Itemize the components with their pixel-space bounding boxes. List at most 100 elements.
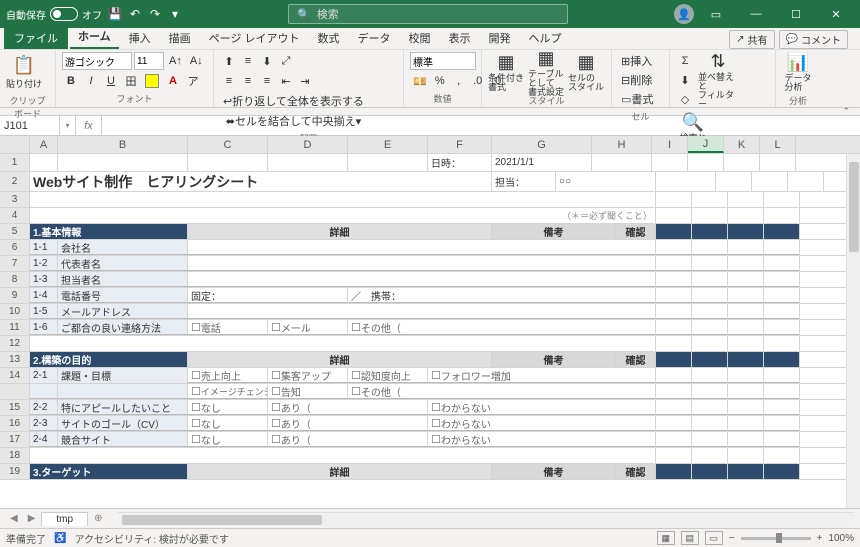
- col-I[interactable]: I: [652, 136, 688, 153]
- cb-yes1[interactable]: あり（: [268, 400, 428, 415]
- cb-sales[interactable]: 売上向上: [188, 368, 268, 383]
- cell-phone-fixed[interactable]: 固定：: [188, 288, 348, 303]
- cond-format-button[interactable]: ▦条件付き 書式: [488, 52, 524, 92]
- zoom-level[interactable]: 100%: [828, 533, 854, 544]
- cell-appeal[interactable]: 特にアピールしたいこと: [58, 400, 188, 415]
- cb-unknown3[interactable]: わからない: [428, 432, 656, 447]
- row-19[interactable]: 19: [0, 464, 30, 479]
- delete-cells-button[interactable]: ⊟ 削除: [618, 71, 655, 89]
- vscroll-thumb[interactable]: [849, 162, 859, 252]
- search-input[interactable]: 🔍 検索: [288, 4, 568, 24]
- minimize-icon[interactable]: —: [738, 0, 774, 28]
- tab-help[interactable]: ヘルプ: [521, 27, 570, 49]
- format-cells-button[interactable]: ▭ 書式: [618, 90, 656, 108]
- indent-dec-icon[interactable]: ⇤: [277, 72, 295, 90]
- cell-phone[interactable]: 電話番号: [58, 288, 188, 303]
- hscroll-thumb[interactable]: [122, 515, 322, 525]
- cell-1-4[interactable]: 1-4: [30, 288, 58, 303]
- bold-button[interactable]: B: [62, 72, 80, 90]
- tab-view[interactable]: 表示: [441, 27, 479, 49]
- sheet-nav-prev-icon[interactable]: ◀: [6, 513, 22, 524]
- cell-1-6[interactable]: 1-6: [30, 320, 58, 335]
- font-size-select[interactable]: [134, 52, 164, 70]
- row-11[interactable]: 11: [0, 320, 30, 335]
- cb-yes3[interactable]: あり（: [268, 432, 428, 447]
- cell-cv[interactable]: サイトのゴール（CV）: [58, 416, 188, 431]
- align-left-icon[interactable]: ≡: [220, 72, 238, 90]
- cell-2-1[interactable]: 2-1: [30, 368, 58, 383]
- cell-2-2[interactable]: 2-2: [30, 400, 58, 415]
- row-5[interactable]: 5: [0, 224, 30, 239]
- cell-detail3[interactable]: 詳細: [188, 464, 492, 479]
- cb-none3[interactable]: なし: [188, 432, 268, 447]
- ribbon-options-icon[interactable]: ▭: [698, 0, 734, 28]
- cell-kaku2[interactable]: 確認: [616, 352, 656, 367]
- cell-title[interactable]: Webサイト制作 ヒアリングシート: [30, 172, 492, 191]
- row-7[interactable]: 7: [0, 256, 30, 271]
- cell-person-label[interactable]: 担当：: [492, 172, 556, 191]
- cell-1-3[interactable]: 1-3: [30, 272, 58, 287]
- tab-insert[interactable]: 挿入: [121, 27, 159, 49]
- col-L[interactable]: L: [760, 136, 796, 153]
- tab-layout[interactable]: ページ レイアウト: [201, 27, 308, 49]
- col-E[interactable]: E: [348, 136, 428, 153]
- cell-2-4[interactable]: 2-4: [30, 432, 58, 447]
- row-14b[interactable]: [0, 384, 30, 399]
- align-center-icon[interactable]: ≡: [239, 72, 257, 90]
- cell-compete[interactable]: 競合サイト: [58, 432, 188, 447]
- analyze-button[interactable]: 📊データ 分析: [782, 52, 814, 92]
- cell-detail1[interactable]: 詳細: [188, 224, 492, 239]
- row-17[interactable]: 17: [0, 432, 30, 447]
- italic-button[interactable]: I: [82, 72, 100, 90]
- row-13[interactable]: 13: [0, 352, 30, 367]
- col-G[interactable]: G: [492, 136, 592, 153]
- cb-followers[interactable]: フォロワー増加: [428, 368, 656, 383]
- cell-goal[interactable]: 課題・目標: [58, 368, 188, 383]
- zoom-slider[interactable]: [741, 537, 811, 540]
- number-format-select[interactable]: [410, 52, 476, 70]
- insert-cells-button[interactable]: ⊞ 挿入: [618, 52, 655, 70]
- tab-formulas[interactable]: 数式: [310, 27, 348, 49]
- view-layout-icon[interactable]: ▤: [681, 531, 699, 545]
- cell-1-2[interactable]: 1-2: [30, 256, 58, 271]
- row-2[interactable]: 2: [0, 172, 30, 191]
- view-normal-icon[interactable]: ▦: [657, 531, 675, 545]
- row-4[interactable]: 4: [0, 208, 30, 223]
- tab-data[interactable]: データ: [350, 27, 399, 49]
- fx-icon[interactable]: fx: [76, 116, 102, 135]
- view-break-icon[interactable]: ▭: [705, 531, 723, 545]
- cell-biko2[interactable]: 備考: [492, 352, 616, 367]
- fill-color-button[interactable]: [142, 72, 162, 90]
- cb-yes2[interactable]: あり（: [268, 416, 428, 431]
- underline-button[interactable]: U: [102, 72, 120, 90]
- cb-awareness[interactable]: 認知度向上: [348, 368, 428, 383]
- cell-1-5[interactable]: 1-5: [30, 304, 58, 319]
- tab-draw[interactable]: 描画: [161, 27, 199, 49]
- name-box[interactable]: J101: [0, 116, 60, 135]
- row-1[interactable]: 1: [0, 154, 30, 171]
- col-H[interactable]: H: [592, 136, 652, 153]
- row-3[interactable]: 3: [0, 192, 30, 207]
- row-10[interactable]: 10: [0, 304, 30, 319]
- cell-phone-mobile[interactable]: ／ 携帯：: [348, 288, 656, 303]
- new-sheet-icon[interactable]: ⊕: [90, 513, 106, 524]
- col-A[interactable]: A: [30, 136, 58, 153]
- undo-icon[interactable]: ↶: [128, 7, 142, 21]
- tab-dev[interactable]: 開発: [481, 27, 519, 49]
- currency-icon[interactable]: 💴: [410, 72, 430, 90]
- cell-biko1[interactable]: 備考: [492, 224, 616, 239]
- row-9[interactable]: 9: [0, 288, 30, 303]
- row-16[interactable]: 16: [0, 416, 30, 431]
- cell-note[interactable]: （＊＝必ず聞くこと）: [30, 208, 656, 223]
- cell-1-1[interactable]: 1-1: [30, 240, 58, 255]
- zoom-in-icon[interactable]: +: [817, 533, 823, 544]
- cb-mail[interactable]: メール: [268, 320, 348, 335]
- row-8[interactable]: 8: [0, 272, 30, 287]
- comment-button[interactable]: 💬コメント: [779, 30, 848, 49]
- clear-icon[interactable]: ◇: [676, 90, 694, 108]
- select-all-corner[interactable]: [0, 136, 30, 153]
- cell-2-3[interactable]: 2-3: [30, 416, 58, 431]
- sort-filter-button[interactable]: ⇅並べ替えと フィルター: [698, 60, 738, 100]
- wrap-text-button[interactable]: ↩ 折り返して全体を表示する: [220, 92, 367, 110]
- cb-none1[interactable]: なし: [188, 400, 268, 415]
